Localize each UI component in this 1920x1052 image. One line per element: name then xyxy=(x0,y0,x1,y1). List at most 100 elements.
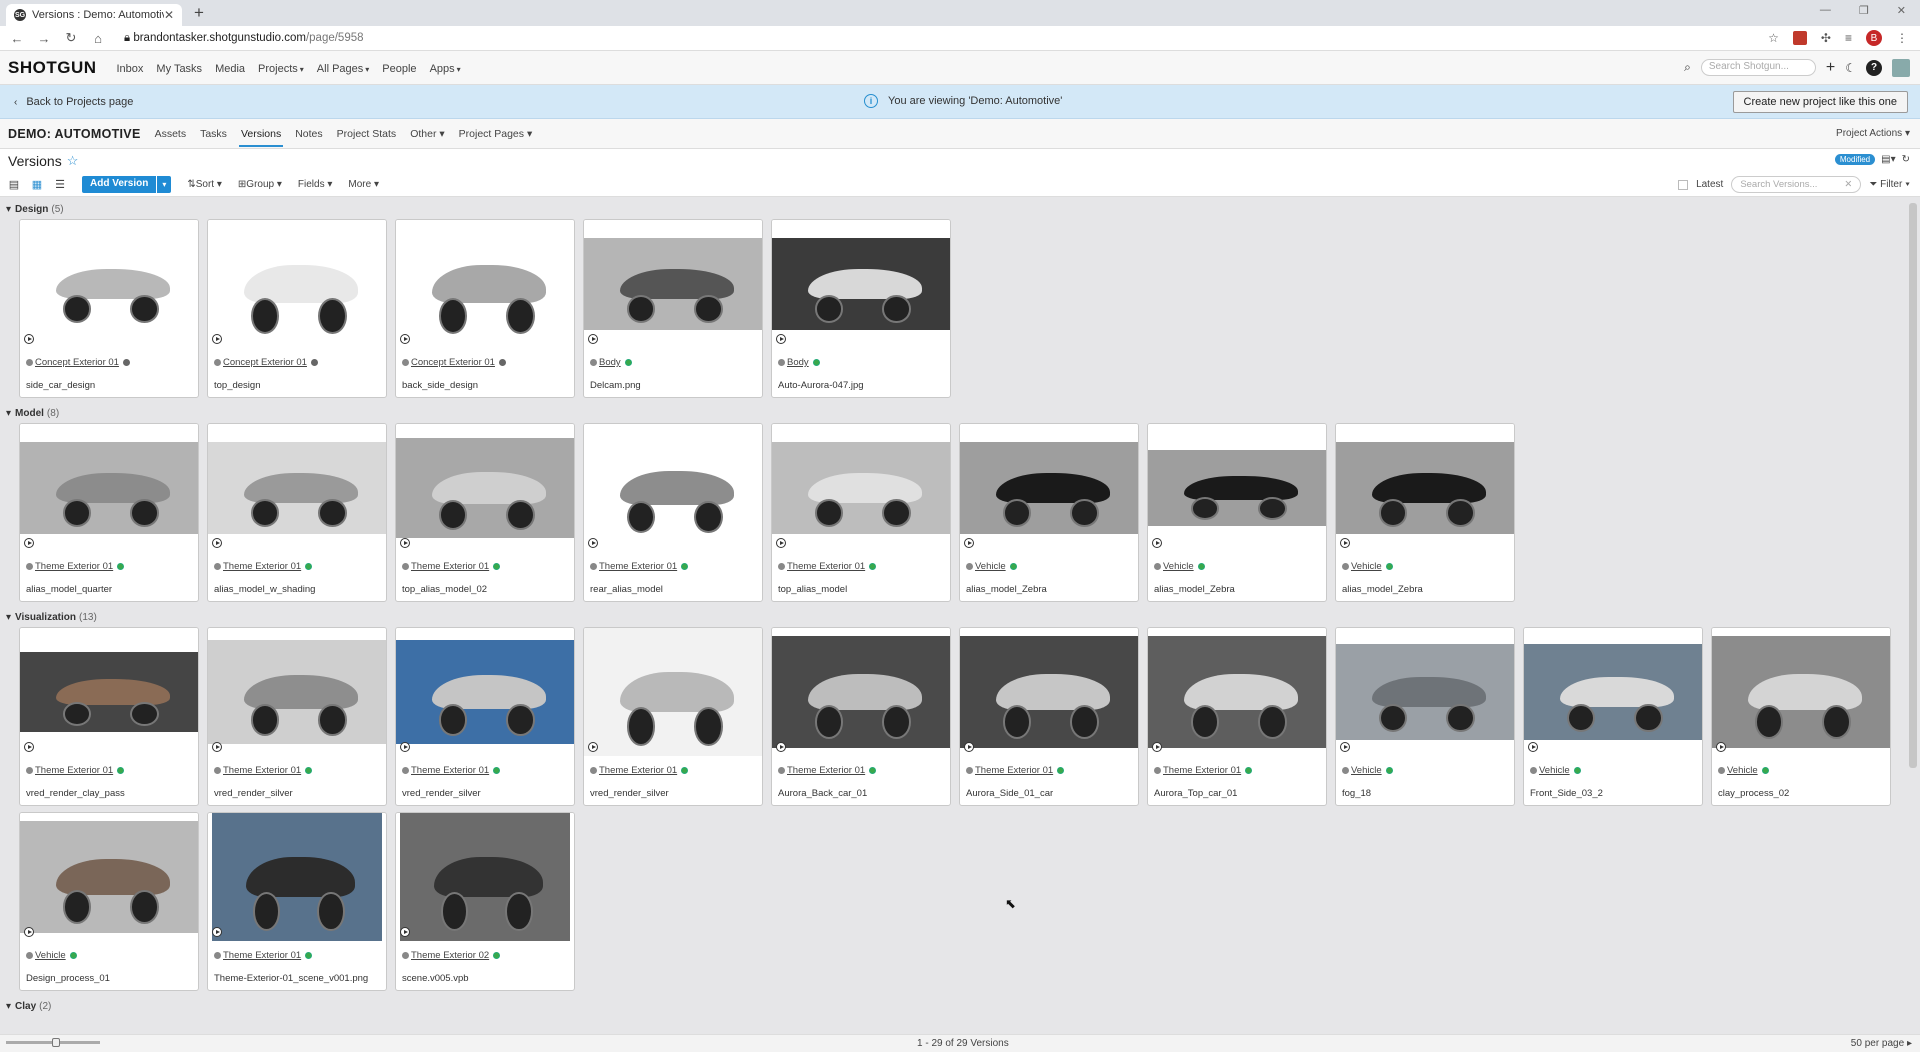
play-icon[interactable] xyxy=(1152,742,1162,752)
entity-link[interactable]: Concept Exterior 01 xyxy=(411,357,495,368)
version-card[interactable]: Theme Exterior 01 Aurora_Back_car_01 xyxy=(771,627,951,806)
modified-badge[interactable]: Modified xyxy=(1834,154,1876,165)
play-icon[interactable] xyxy=(964,538,974,548)
status-dot-icon[interactable] xyxy=(117,563,125,570)
thumbnail[interactable] xyxy=(396,628,574,756)
version-card[interactable]: Concept Exterior 01 back_side_design xyxy=(395,219,575,398)
entity-link[interactable]: Theme Exterior 01 xyxy=(223,765,301,776)
entity-link[interactable]: Theme Exterior 01 xyxy=(787,561,865,572)
entity-link[interactable]: Theme Exterior 01 xyxy=(599,765,677,776)
group-menu[interactable]: ⊞Group ▾ xyxy=(238,179,282,190)
puzzle-icon[interactable]: ✣ xyxy=(1821,31,1831,45)
home-icon[interactable]: ⌂ xyxy=(88,31,108,46)
version-name[interactable]: scene.v005.vpb xyxy=(402,973,469,984)
detail-view-icon[interactable]: ▤ xyxy=(7,178,21,191)
version-card[interactable]: Theme Exterior 01 top_alias_model_02 xyxy=(395,423,575,602)
play-icon[interactable] xyxy=(776,334,786,344)
reload-icon[interactable]: ↻ xyxy=(61,30,81,46)
version-card[interactable]: Theme Exterior 02 scene.v005.vpb xyxy=(395,812,575,991)
status-dot-icon[interactable] xyxy=(498,359,506,366)
thumbnail[interactable] xyxy=(208,220,386,348)
entity-link[interactable]: Vehicle xyxy=(1163,561,1194,572)
status-dot-icon[interactable] xyxy=(624,359,632,366)
thumbnail[interactable] xyxy=(584,220,762,348)
bookmark-star-icon[interactable]: ☆ xyxy=(1768,31,1779,45)
entity-link[interactable]: Body xyxy=(599,357,621,368)
thumbnail[interactable] xyxy=(208,813,386,941)
nav-item-all-pages[interactable]: All Pages ▾ xyxy=(317,63,370,75)
version-card[interactable]: Vehicle Front_Side_03_2 xyxy=(1523,627,1703,806)
status-dot-icon[interactable] xyxy=(493,767,501,774)
play-icon[interactable] xyxy=(212,334,222,344)
status-dot-icon[interactable] xyxy=(493,563,501,570)
entity-link[interactable]: Concept Exterior 01 xyxy=(223,357,307,368)
status-dot-icon[interactable] xyxy=(69,952,77,959)
sort-menu[interactable]: ⇅Sort ▾ xyxy=(187,179,222,190)
status-dot-icon[interactable] xyxy=(1761,767,1769,774)
project-name[interactable]: DEMO: AUTOMOTIVE xyxy=(8,127,141,141)
thumbnail[interactable] xyxy=(396,220,574,348)
version-name[interactable]: Theme-Exterior-01_scene_v001.png xyxy=(214,973,368,984)
thumbnail[interactable] xyxy=(20,424,198,552)
status-dot-icon[interactable] xyxy=(869,767,877,774)
status-dot-icon[interactable] xyxy=(1573,767,1581,774)
version-name[interactable]: alias_model_Zebra xyxy=(966,584,1047,595)
thumbnail[interactable] xyxy=(20,220,198,348)
thumbnail[interactable] xyxy=(20,813,198,941)
status-dot-icon[interactable] xyxy=(681,767,689,774)
thumbnail[interactable] xyxy=(396,424,574,552)
version-name[interactable]: top_alias_model xyxy=(778,584,847,595)
refresh-icon[interactable]: ↻ xyxy=(1902,154,1910,165)
global-search-input[interactable]: Search Shotgun... xyxy=(1700,59,1816,76)
entity-link[interactable]: Vehicle xyxy=(1351,765,1382,776)
thumbnail[interactable] xyxy=(1524,628,1702,756)
version-name[interactable]: alias_model_Zebra xyxy=(1342,584,1423,595)
thumbnail[interactable] xyxy=(1336,424,1514,552)
play-icon[interactable] xyxy=(212,927,222,937)
version-name[interactable]: Delcam.png xyxy=(590,380,641,391)
version-name[interactable]: Design_process_01 xyxy=(26,973,110,984)
version-name[interactable]: vred_render_silver xyxy=(590,788,669,799)
nav-item-projects[interactable]: Projects ▾ xyxy=(258,63,304,75)
clear-search-icon[interactable]: ✕ xyxy=(1844,179,1852,190)
tab-other[interactable]: Other ▾ xyxy=(410,121,444,147)
thumbnail[interactable] xyxy=(20,628,198,756)
entity-link[interactable]: Theme Exterior 01 xyxy=(787,765,865,776)
entity-link[interactable]: Vehicle xyxy=(35,950,66,961)
minimize-icon[interactable]: — xyxy=(1820,4,1831,17)
play-icon[interactable] xyxy=(212,538,222,548)
status-dot-icon[interactable] xyxy=(1245,767,1253,774)
version-card[interactable]: Vehicle fog_18 xyxy=(1335,627,1515,806)
search-icon[interactable]: ⌕ xyxy=(1684,60,1691,75)
play-icon[interactable] xyxy=(24,538,34,548)
version-name[interactable]: clay_process_02 xyxy=(1718,788,1789,799)
window-close-icon[interactable]: ✕ xyxy=(1897,4,1906,17)
play-icon[interactable] xyxy=(1340,742,1350,752)
status-dot-icon[interactable] xyxy=(493,952,501,959)
status-dot-icon[interactable] xyxy=(812,359,820,366)
thumbnail[interactable] xyxy=(772,424,950,552)
playlist-icon[interactable]: ≡ xyxy=(1845,31,1852,45)
status-dot-icon[interactable] xyxy=(1385,563,1393,570)
version-card[interactable]: Theme Exterior 01 vred_render_clay_pass xyxy=(19,627,199,806)
browser-tab[interactable]: SG Versions : Demo: Automotive ✕ xyxy=(6,4,182,26)
group-header-design[interactable]: ▾ Design (5) xyxy=(0,200,1908,219)
entity-link[interactable]: Vehicle xyxy=(1727,765,1758,776)
fields-menu[interactable]: Fields ▾ xyxy=(298,179,333,190)
version-name[interactable]: alias_model_quarter xyxy=(26,584,112,595)
version-card[interactable]: Vehicle alias_model_Zebra xyxy=(1147,423,1327,602)
version-name[interactable]: Aurora_Back_car_01 xyxy=(778,788,867,799)
thumbnail[interactable] xyxy=(208,628,386,756)
status-dot-icon[interactable] xyxy=(122,359,130,366)
version-card[interactable]: Theme Exterior 01 rear_alias_model xyxy=(583,423,763,602)
version-name[interactable]: back_side_design xyxy=(402,380,478,391)
forward-arrow-icon[interactable]: → xyxy=(34,31,54,46)
tab-project-pages[interactable]: Project Pages ▾ xyxy=(459,121,533,147)
version-card[interactable]: Concept Exterior 01 side_car_design xyxy=(19,219,199,398)
group-header-clay[interactable]: ▾ Clay (2) xyxy=(0,997,1908,1016)
add-version-button[interactable]: Add Version xyxy=(82,176,157,193)
moon-icon[interactable]: ☾ xyxy=(1845,61,1856,75)
version-card[interactable]: Theme Exterior 01 Aurora_Side_01_car xyxy=(959,627,1139,806)
menu-dots-icon[interactable]: ⋮ xyxy=(1896,31,1908,45)
nav-item-apps[interactable]: Apps ▾ xyxy=(430,63,461,75)
